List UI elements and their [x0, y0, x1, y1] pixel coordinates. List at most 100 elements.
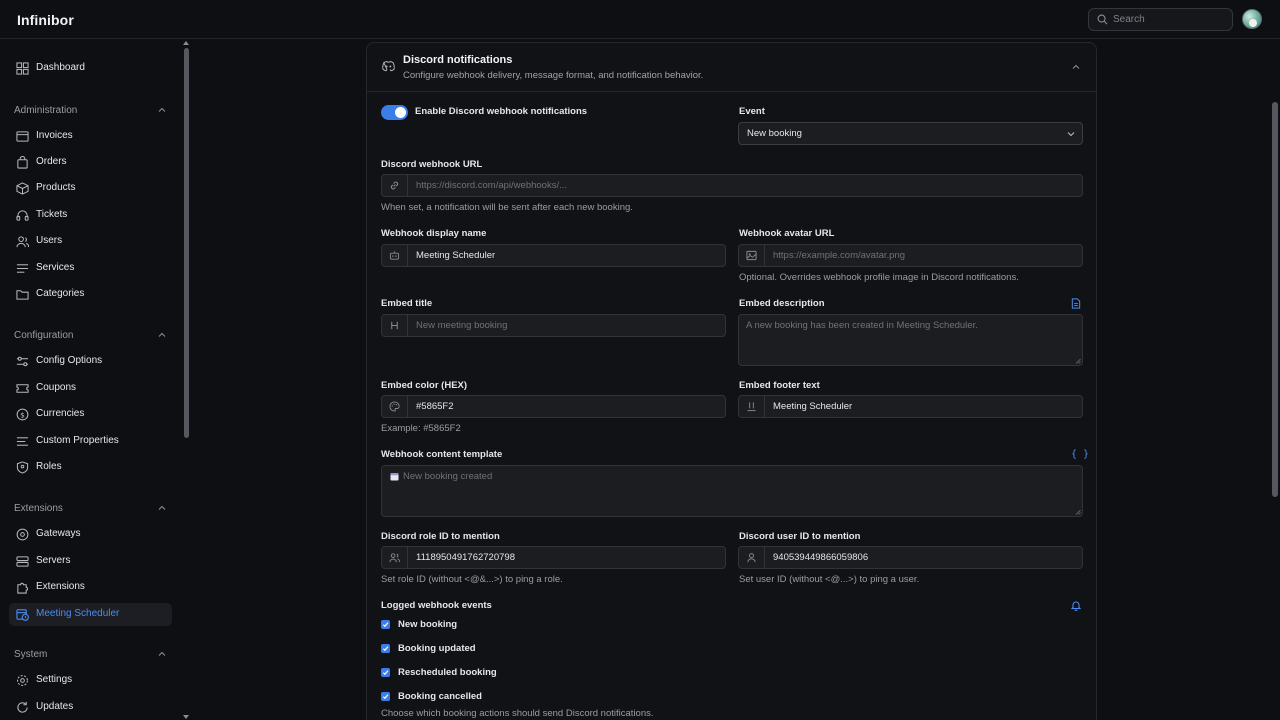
- svg-text:$: $: [20, 410, 25, 419]
- sidebar-item-label: Roles: [36, 461, 62, 472]
- checkmark-icon: [382, 694, 389, 700]
- sidebar-item-coupons[interactable]: Coupons: [9, 377, 172, 400]
- section-extensions[interactable]: Extensions: [14, 503, 166, 517]
- role-id-field[interactable]: [381, 546, 726, 569]
- embed-footer-field[interactable]: [738, 395, 1083, 418]
- embed-footer-input[interactable]: [773, 400, 1076, 413]
- main-scrollbar[interactable]: [1270, 40, 1280, 720]
- document-icon[interactable]: [1071, 298, 1081, 309]
- palette-icon: [389, 401, 400, 412]
- gateway-icon: [16, 528, 29, 541]
- sidebar-scrollbar[interactable]: [182, 40, 191, 720]
- chevron-up-icon: [158, 107, 166, 112]
- sidebar-item-orders[interactable]: Orders: [9, 151, 172, 174]
- embed-title-field[interactable]: [381, 314, 726, 337]
- logged-events-label: Logged webhook events: [381, 600, 492, 611]
- sidebar-item-meeting-scheduler[interactable]: Meeting Scheduler: [9, 603, 172, 626]
- avatar-url-field[interactable]: [738, 244, 1083, 267]
- event-checkbox-rescheduled-booking[interactable]: [381, 668, 390, 677]
- sidebar-item-label: Tickets: [36, 209, 68, 220]
- webhook-url-input[interactable]: [416, 179, 1076, 192]
- main-scrollbar-thumb[interactable]: [1272, 102, 1278, 497]
- sidebar-item-categories[interactable]: Categories: [9, 283, 172, 306]
- sidebar-item-services[interactable]: Services: [9, 257, 172, 280]
- server-icon: [16, 556, 29, 567]
- display-name-field[interactable]: [381, 244, 726, 267]
- sidebar-item-label: Updates: [36, 701, 74, 712]
- sidebar-item-gateways[interactable]: Gateways: [9, 523, 172, 546]
- invoice-icon: [16, 131, 29, 142]
- embed-color-input[interactable]: [416, 400, 719, 413]
- sidebar-item-dashboard[interactable]: Dashboard: [9, 57, 172, 80]
- user-id-field[interactable]: [738, 546, 1083, 569]
- section-configuration[interactable]: Configuration: [14, 330, 166, 344]
- sidebar-item-custom-properties[interactable]: Custom Properties: [9, 430, 172, 453]
- enable-webhook-label: Enable Discord webhook notifications: [415, 106, 588, 117]
- braces-icon[interactable]: { }: [1071, 449, 1089, 460]
- sidebar-item-config-options[interactable]: Config Options: [9, 350, 172, 373]
- palette-addon: [382, 396, 408, 417]
- display-name-label: Webhook display name: [381, 228, 487, 239]
- embed-description-field[interactable]: [738, 314, 1083, 366]
- sidebar-item-settings[interactable]: Settings: [9, 669, 172, 692]
- sidebar-item-invoices[interactable]: Invoices: [9, 125, 172, 148]
- sidebar-item-tickets[interactable]: Tickets: [9, 204, 172, 227]
- search-box[interactable]: [1088, 8, 1233, 31]
- event-checkbox-new-booking[interactable]: [381, 620, 390, 629]
- resize-handle-icon[interactable]: [1075, 509, 1081, 515]
- card-header[interactable]: Discord notifications Configure webhook …: [367, 43, 1096, 92]
- embed-color-field[interactable]: [381, 395, 726, 418]
- user-id-input[interactable]: [773, 551, 1076, 564]
- calendar-clock-icon: [16, 609, 29, 621]
- section-label: Administration: [14, 105, 78, 116]
- event-label-booking-updated: Booking updated: [398, 643, 476, 654]
- dashboard-icon: [16, 62, 29, 75]
- chevron-up-icon: [158, 332, 166, 337]
- content-template-placeholder: New booking created: [403, 471, 493, 482]
- scroll-down-arrow-icon[interactable]: [183, 715, 189, 719]
- event-checkbox-booking-cancelled[interactable]: [381, 692, 390, 701]
- image-icon: [746, 250, 757, 261]
- sidebar-scrollbar-thumb[interactable]: [184, 48, 189, 438]
- scroll-up-arrow-icon[interactable]: [183, 41, 189, 45]
- section-system[interactable]: System: [14, 649, 166, 663]
- users-icon: [16, 236, 29, 248]
- avatar-url-input[interactable]: [773, 249, 1076, 262]
- embed-description-input[interactable]: [746, 320, 1076, 361]
- webhook-url-help: When set, a notification will be sent af…: [381, 202, 633, 213]
- checkmark-icon: [382, 646, 389, 652]
- sidebar-item-currencies[interactable]: $ Currencies: [9, 403, 172, 426]
- sidebar-item-products[interactable]: Products: [9, 177, 172, 200]
- checkmark-icon: [382, 622, 389, 628]
- user-avatar[interactable]: [1242, 9, 1262, 29]
- enable-webhook-toggle[interactable]: [381, 105, 408, 120]
- sidebar-item-users[interactable]: Users: [9, 230, 172, 253]
- display-name-input[interactable]: [416, 249, 719, 262]
- sidebar-item-extensions[interactable]: Extensions: [9, 576, 172, 599]
- brand-logo[interactable]: Infinibor: [17, 12, 74, 28]
- shield-icon: [16, 461, 29, 474]
- event-select[interactable]: New booking: [738, 122, 1083, 145]
- sidebar-item-updates[interactable]: Updates: [9, 696, 172, 719]
- event-label-rescheduled-booking: Rescheduled booking: [398, 667, 497, 678]
- embed-color-help: Example: #5865F2: [381, 423, 461, 434]
- folder-icon: [16, 290, 29, 300]
- search-input[interactable]: [1113, 12, 1225, 27]
- role-id-help: Set role ID (without <@&...>) to ping a …: [381, 574, 563, 585]
- content-template-field[interactable]: New booking created: [381, 465, 1083, 517]
- webhook-url-field[interactable]: [381, 174, 1083, 197]
- resize-handle-icon[interactable]: [1075, 358, 1081, 364]
- role-id-input[interactable]: [416, 551, 719, 564]
- event-checkbox-booking-updated[interactable]: [381, 644, 390, 653]
- link-icon: [390, 181, 399, 190]
- bell-icon[interactable]: [1071, 600, 1081, 611]
- sidebar-item-label: Currencies: [36, 408, 85, 419]
- top-bar: Infinibor: [0, 0, 1280, 39]
- sidebar-item-roles[interactable]: Roles: [9, 456, 172, 479]
- chevron-up-icon[interactable]: [1072, 63, 1080, 71]
- embed-title-input[interactable]: [416, 319, 719, 332]
- list-icon: [16, 437, 29, 446]
- footer-icon: [747, 402, 756, 412]
- sidebar-item-servers[interactable]: Servers: [9, 550, 172, 573]
- section-administration[interactable]: Administration: [14, 105, 166, 119]
